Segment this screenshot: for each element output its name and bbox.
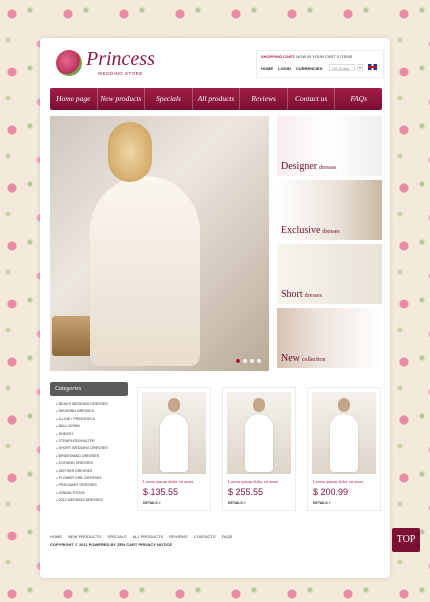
promo-label: Designer dresses bbox=[281, 161, 337, 172]
categories-title: Categories bbox=[50, 382, 128, 396]
product-image[interactable] bbox=[227, 392, 291, 474]
logo[interactable]: Princess WEDDING STORE bbox=[56, 48, 166, 78]
category-item[interactable]: STRAPLESS/HALTER bbox=[56, 438, 128, 445]
chevron-down-icon[interactable]: ▾ bbox=[357, 64, 363, 71]
slider-dot[interactable] bbox=[236, 359, 240, 363]
category-item[interactable]: MOTHER DRESSES bbox=[56, 468, 128, 475]
nav-new-products[interactable]: New products bbox=[98, 88, 146, 110]
link-login[interactable]: LOGIN bbox=[278, 66, 291, 71]
hero-model bbox=[108, 122, 152, 182]
product-price: $ 200.99 bbox=[313, 487, 349, 497]
promo-label: Short dresses bbox=[281, 289, 323, 300]
category-item[interactable]: A-LINE / PRINCESS & bbox=[56, 416, 128, 423]
product-desc[interactable]: Lorem ipsum dolor sit amet bbox=[228, 479, 278, 484]
cart-count: NOW IN YOUR CART 0 ITEMS bbox=[295, 54, 353, 59]
promo-label: New collection bbox=[281, 353, 326, 364]
cart-links: HOME LOGIN CURRENCIES bbox=[261, 66, 326, 71]
nav-reviews[interactable]: Reviews bbox=[240, 88, 288, 110]
footer-link-new-products[interactable]: NEW PRODUCTS bbox=[68, 534, 101, 539]
promo-exclusive[interactable]: Exclusive dresses bbox=[277, 180, 382, 240]
nav-all-products[interactable]: All products bbox=[193, 88, 241, 110]
promo-short[interactable]: Short dresses bbox=[277, 244, 382, 304]
category-item[interactable]: SHORT WEDDING DRESSES bbox=[56, 445, 128, 452]
categories-list: BEACH WEDDING DRESSES WEDDING DRESSES A-… bbox=[50, 401, 128, 505]
details-link[interactable]: DETAILS » bbox=[313, 501, 331, 505]
footer-link-home[interactable]: HOME bbox=[50, 534, 62, 539]
hero-slider[interactable] bbox=[50, 116, 269, 371]
currency-select[interactable]: US Dollar bbox=[329, 64, 355, 71]
nav-specials[interactable]: Specials bbox=[145, 88, 193, 110]
promo-banners: Designer dresses Exclusive dresses Short dr… bbox=[277, 116, 382, 372]
product-desc[interactable]: Lorem ipsum dolor sit amet bbox=[143, 479, 193, 484]
category-item[interactable]: EVENING DRESSES bbox=[56, 460, 128, 467]
nav-contact[interactable]: Contact us bbox=[288, 88, 336, 110]
category-item[interactable]: BEACH WEDDING DRESSES bbox=[56, 401, 128, 408]
hero-gown bbox=[90, 176, 200, 366]
cart-status: SHOPPING CART: NOW IN YOUR CART 0 ITEMS bbox=[261, 54, 352, 59]
footer: HOME NEW PRODUCTS SPECIALS ALL PRODUCTS … bbox=[50, 534, 237, 547]
categories-box: Categories BEACH WEDDING DRESSES WEDDING… bbox=[50, 382, 128, 505]
uk-flag-icon[interactable] bbox=[368, 64, 377, 70]
footer-link-specials[interactable]: SPECIALS bbox=[107, 534, 127, 539]
details-link[interactable]: DETAILS » bbox=[143, 501, 161, 505]
slider-dot[interactable] bbox=[250, 359, 254, 363]
category-item[interactable]: SHEATH bbox=[56, 431, 128, 438]
product-price: $ 255.55 bbox=[228, 487, 264, 497]
copyright: COPYRIGHT © 2011 POWERED BY ZEN CART PRI… bbox=[50, 542, 173, 547]
category-item[interactable]: GRAND STOCK bbox=[56, 490, 128, 497]
link-currencies: CURRENCIES bbox=[295, 66, 323, 71]
footer-links: HOME NEW PRODUCTS SPECIALS ALL PRODUCTS … bbox=[50, 534, 237, 539]
footer-link-reviews[interactable]: REVIEWS bbox=[169, 534, 187, 539]
page-container: Princess WEDDING STORE SHOPPING CART: NO… bbox=[40, 38, 390, 578]
cart-box: SHOPPING CART: NOW IN YOUR CART 0 ITEMS … bbox=[256, 50, 384, 78]
footer-link-all-products[interactable]: ALL PRODUCTS bbox=[133, 534, 164, 539]
product-image[interactable] bbox=[142, 392, 206, 474]
footer-link-contacts[interactable]: CONTACTS bbox=[194, 534, 216, 539]
product-desc[interactable]: Lorem ipsum dolor sit amet bbox=[313, 479, 363, 484]
promo-new[interactable]: New collection bbox=[277, 308, 382, 368]
product-card[interactable]: Lorem ipsum dolor sit amet $ 135.55 DETA… bbox=[137, 387, 211, 511]
product-image[interactable] bbox=[312, 392, 376, 474]
cart-label[interactable]: SHOPPING CART: bbox=[261, 54, 295, 59]
product-price: $ 135.55 bbox=[143, 487, 179, 497]
nav-home[interactable]: Home page bbox=[50, 88, 98, 110]
nav-faqs[interactable]: FAQs bbox=[335, 88, 382, 110]
logo-name: Princess bbox=[86, 48, 155, 70]
category-item[interactable]: 2011 WEDDING DRESSES bbox=[56, 497, 128, 504]
logo-heart-icon bbox=[56, 50, 82, 76]
slider-dot[interactable] bbox=[257, 359, 261, 363]
promo-label: Exclusive dresses bbox=[281, 225, 340, 236]
promo-designer[interactable]: Designer dresses bbox=[277, 116, 382, 176]
logo-tagline: WEDDING STORE bbox=[98, 71, 143, 76]
product-grid: Lorem ipsum dolor sit amet $ 135.55 DETA… bbox=[137, 387, 387, 511]
slider-dot[interactable] bbox=[243, 359, 247, 363]
main-nav: Home page New products Specials All prod… bbox=[50, 88, 382, 110]
category-item[interactable]: WEDDING DRESSES bbox=[56, 408, 128, 415]
category-item[interactable]: PREGNANT DRESSES bbox=[56, 482, 128, 489]
link-home[interactable]: HOME bbox=[261, 66, 273, 71]
slider-dots bbox=[236, 359, 261, 363]
category-item[interactable]: BRIDESMAID DRESSES bbox=[56, 453, 128, 460]
back-to-top-button[interactable]: TOP bbox=[392, 528, 420, 552]
details-link[interactable]: DETAILS » bbox=[228, 501, 246, 505]
product-card[interactable]: Lorem ipsum dolor sit amet $ 200.99 DETA… bbox=[307, 387, 381, 511]
footer-link-faqs[interactable]: FAQS bbox=[222, 534, 233, 539]
category-item[interactable]: FLOWER GIRL DRESSES bbox=[56, 475, 128, 482]
product-card[interactable]: Lorem ipsum dolor sit amet $ 255.55 DETA… bbox=[222, 387, 296, 511]
category-item[interactable]: BALL GOWN bbox=[56, 423, 128, 430]
